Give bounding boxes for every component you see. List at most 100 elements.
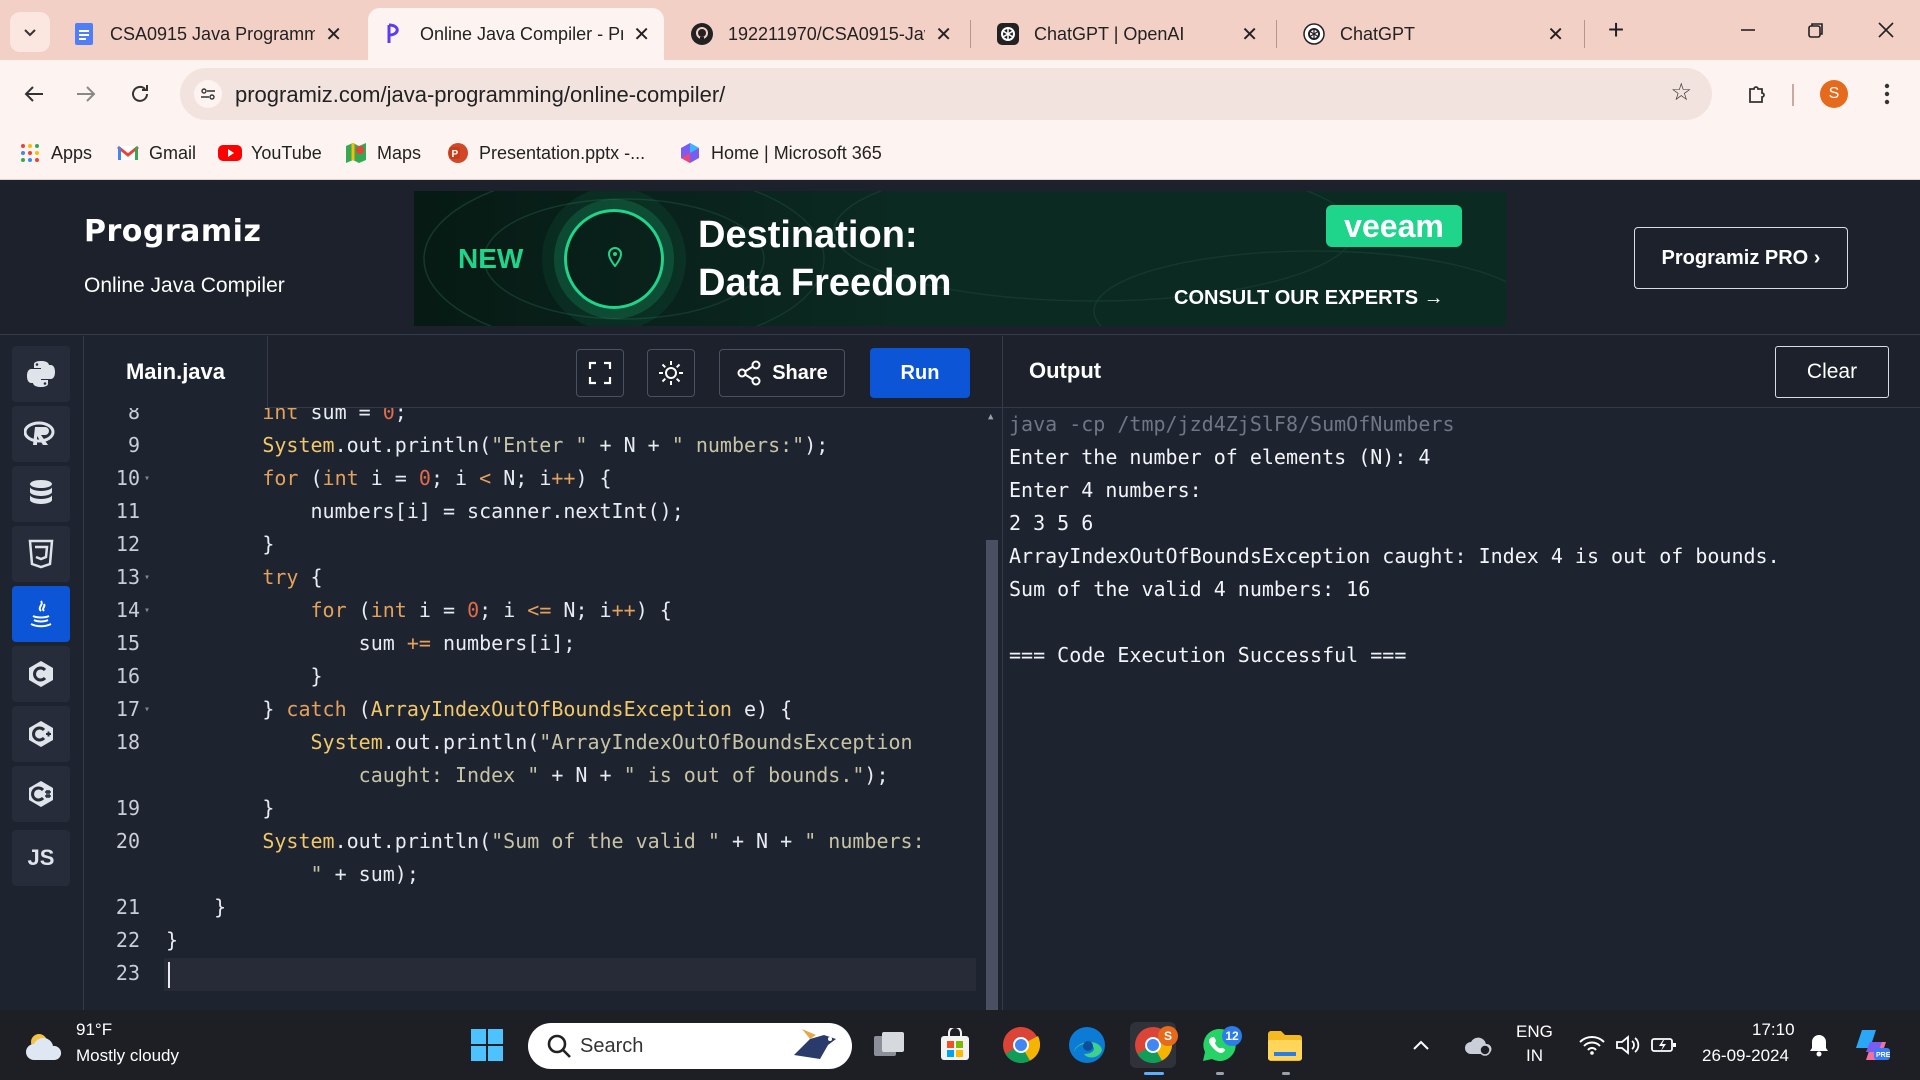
forward-button[interactable] [66,74,106,114]
code-line[interactable]: 9 System.out.println("Enter " + N + " nu… [84,429,984,462]
back-button[interactable] [14,74,54,114]
tab-online-java-compiler[interactable]: Online Java Compiler - Pr ✕ [368,8,664,60]
tab-csa0915-doc[interactable]: CSA0915 Java Programm ✕ [58,8,356,60]
bookmark-apps[interactable]: Apps [18,138,92,168]
bookmark-star-icon[interactable]: ☆ [1670,78,1692,107]
ad-cta-text[interactable]: CONSULT OUR EXPERTS → [1174,287,1444,310]
programiz-logo[interactable]: Programiz [84,214,261,249]
tab-chatgpt-openai[interactable]: ChatGPT | OpenAI ✕ [982,8,1272,60]
lang-sql[interactable] [12,466,70,522]
close-icon[interactable]: ✕ [633,22,650,47]
reload-button[interactable] [120,74,160,114]
windows-taskbar: 91°F Mostly cloudy Search S 12 ENG IN 17… [0,1010,1920,1080]
code-line[interactable]: 12 } [84,528,984,561]
code-line[interactable]: 16 } [84,660,984,693]
code-line[interactable]: 15 sum += numbers[i]; [84,627,984,660]
cloudy-weather-icon[interactable] [24,1030,64,1062]
clear-button[interactable]: Clear [1775,346,1889,398]
address-bar[interactable]: programiz.com/java-programming/online-co… [180,68,1712,120]
code-line[interactable]: 23 [84,957,984,990]
copilot-button[interactable]: PRE [1848,1022,1894,1068]
weather-temperature[interactable]: 91°F [76,1020,112,1040]
code-line[interactable]: 17 ▾ } catch (ArrayIndexOutOfBoundsExcept… [84,693,984,726]
code-text: for (int i = 0; i < N; i++) { [262,466,612,490]
whatsapp-taskbar-button[interactable]: 12 [1196,1022,1242,1068]
lang-java[interactable] [12,586,70,642]
tab-chatgpt[interactable]: ChatGPT ✕ [1288,8,1578,60]
code-line[interactable]: 13 ▾ try { [84,561,984,594]
theme-toggle-button[interactable] [647,349,695,397]
tab-search-button[interactable] [10,12,50,52]
lang-csharp[interactable] [12,766,70,822]
lang-c[interactable] [12,646,70,702]
notifications-button[interactable] [1804,1022,1834,1068]
site-settings-icon[interactable] [194,80,222,108]
show-hidden-icons-button[interactable] [1406,1022,1436,1068]
edge-taskbar-button[interactable] [1064,1022,1110,1068]
microsoft-store-button[interactable] [932,1022,978,1068]
clock-date[interactable]: 26-09-2024 [1702,1046,1789,1066]
lang-html[interactable] [12,526,70,582]
chrome-profile-taskbar-button[interactable]: S [1130,1022,1178,1068]
profile-avatar[interactable]: S [1820,80,1848,108]
code-editor[interactable]: 8 int sum = 0; 9 System.out.println("Ente… [84,408,1002,1010]
bookmark-microsoft365[interactable]: Home | Microsoft 365 [678,138,882,168]
code-line[interactable]: 11 numbers[i] = scanner.nextInt(); [84,495,984,528]
tab-github-repo[interactable]: 192211970/CSA0915-Jav ✕ [676,8,966,60]
code-line[interactable]: 18 System.out.println("ArrayIndexOutOfBo… [84,726,984,759]
file-tab-main-java[interactable]: Main.java [84,336,268,408]
fold-arrow-icon[interactable]: ▾ [144,561,150,594]
lang-javascript[interactable]: JS [12,830,70,886]
onedrive-button[interactable] [1458,1022,1498,1068]
close-icon[interactable]: ✕ [325,22,342,47]
clock-time[interactable]: 17:10 [1752,1020,1795,1040]
weather-description[interactable]: Mostly cloudy [76,1046,179,1066]
code-line[interactable]: 20 System.out.println("Sum of the valid … [84,825,984,858]
new-tab-button[interactable]: + [1598,12,1634,48]
wifi-status[interactable] [1574,1022,1610,1068]
close-icon[interactable]: ✕ [935,22,952,47]
battery-status[interactable] [1646,1022,1682,1068]
file-explorer-button[interactable] [1262,1022,1308,1068]
bookmark-gmail[interactable]: Gmail [116,138,196,168]
minimize-button[interactable] [1728,10,1768,50]
code-line[interactable]: 8 int sum = 0; [84,408,984,429]
code-line[interactable]: 14 ▾ for (int i = 0; i <= N; i++) { [84,594,984,627]
volume-status[interactable] [1610,1022,1646,1068]
fullscreen-button[interactable] [576,349,624,397]
output-line: 2 3 5 6 [1009,511,1094,535]
run-button[interactable]: Run [870,348,970,398]
editor-scrollbar-thumb[interactable] [986,540,998,1010]
lang-python[interactable] [12,346,70,402]
task-view-button[interactable] [866,1022,912,1068]
taskbar-search[interactable]: Search [528,1023,852,1069]
lang-cpp[interactable] [12,706,70,762]
code-line[interactable]: caught: Index " + N + " is out of bounds… [84,759,984,792]
close-window-button[interactable] [1866,10,1906,50]
advertisement-banner[interactable]: NEW Destination: Data Freedom veeam CONS… [414,191,1506,326]
code-line[interactable]: 21 } [84,891,984,924]
bookmark-presentation[interactable]: P Presentation.pptx -... [446,138,645,168]
input-region[interactable]: IN [1526,1046,1543,1066]
code-line[interactable]: 19 } [84,792,984,825]
fold-arrow-icon[interactable]: ▾ [144,693,150,726]
restore-button[interactable] [1796,10,1836,50]
input-language[interactable]: ENG [1516,1022,1553,1042]
start-button[interactable] [464,1022,510,1068]
programiz-pro-button[interactable]: Programiz PRO › [1634,227,1848,289]
fold-arrow-icon[interactable]: ▾ [144,594,150,627]
bookmark-youtube[interactable]: YouTube [218,138,322,168]
close-icon[interactable]: ✕ [1241,22,1258,47]
scroll-up-arrow-icon[interactable]: ▲ [988,412,993,422]
fold-arrow-icon[interactable]: ▾ [144,462,150,495]
code-line[interactable]: 10 ▾ for (int i = 0; i < N; i++) { [84,462,984,495]
bookmark-maps[interactable]: Maps [344,138,421,168]
code-line[interactable]: 22} [84,924,984,957]
extensions-button[interactable] [1740,76,1776,112]
chrome-taskbar-button[interactable] [998,1022,1044,1068]
code-line[interactable]: " + sum); [84,858,984,891]
close-icon[interactable]: ✕ [1547,22,1564,47]
share-button[interactable]: Share [719,349,845,397]
browser-menu-icon[interactable] [1872,76,1902,112]
lang-r[interactable] [12,406,70,462]
